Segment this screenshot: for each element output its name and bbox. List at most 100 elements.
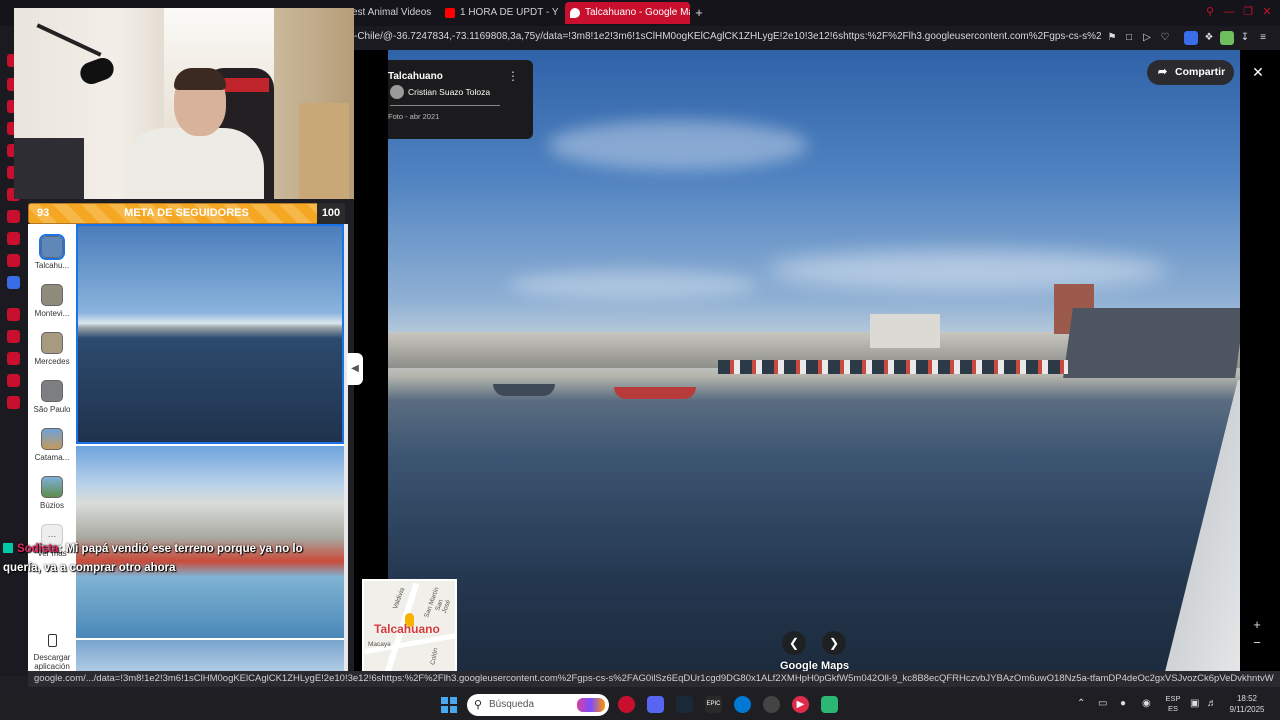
sidebar-app-icon[interactable] <box>7 330 20 343</box>
sidebar-app-icon[interactable] <box>7 352 20 365</box>
tray-app-icon[interactable]: ● <box>1120 698 1126 709</box>
place-title[interactable]: Talcahuano <box>388 71 443 82</box>
boat <box>614 387 696 399</box>
tiktok-icon[interactable] <box>7 232 20 245</box>
app-icon[interactable] <box>734 696 751 713</box>
collapse-panel-button[interactable]: ◀ <box>347 353 363 385</box>
search-icon[interactable]: ⚲ <box>1203 5 1217 19</box>
share-button[interactable]: ➦ Compartir <box>1147 60 1234 85</box>
photo-author[interactable]: Cristian Suazo Toloza <box>408 87 490 97</box>
boat <box>493 384 555 396</box>
building <box>870 314 940 348</box>
close-icon[interactable]: ✕ <box>1260 5 1274 19</box>
menu-icon[interactable]: ≡ <box>1256 31 1270 45</box>
streamer <box>174 68 226 90</box>
close-viewer-button[interactable]: ✕ <box>1250 64 1266 80</box>
street-photo[interactable] <box>388 50 1240 676</box>
share-icon: ➦ <box>1158 66 1168 78</box>
download-app-button[interactable]: Descargar aplicación <box>28 634 76 671</box>
photo-thumbnail[interactable] <box>76 224 344 444</box>
minimize-icon[interactable]: — <box>1222 5 1236 19</box>
zoom-in-button[interactable]: + <box>1250 618 1264 632</box>
phone-icon <box>47 634 57 647</box>
place-thumbnail <box>41 380 63 402</box>
place-thumbnail <box>39 234 65 260</box>
scrollbar[interactable] <box>344 224 348 676</box>
tab-animal-videos[interactable]: est Animal Videos E <box>352 2 434 24</box>
goal-current: 93 <box>37 207 50 219</box>
bookmark-icon[interactable]: ⚑ <box>1105 31 1119 45</box>
volume-icon[interactable]: ♬ <box>1207 698 1217 709</box>
chevron-up-icon[interactable]: ⌃ <box>1077 698 1085 709</box>
pier-railing <box>1158 380 1240 676</box>
follower-goal-bar: META DE SEGUIDORES 93 100 <box>28 203 345 224</box>
chat-username: Sodista <box>17 543 59 555</box>
language-indicator[interactable]: ESP ES <box>1163 694 1183 714</box>
maximize-icon[interactable]: ❐ <box>1241 5 1255 19</box>
photo-list-panel: Talcahu... Montevi... Mercedes São Paulo… <box>28 224 348 676</box>
history-icon[interactable] <box>7 374 20 387</box>
map-street-label: Macaya <box>368 641 391 648</box>
place-thumbnail <box>41 476 63 498</box>
network-icon[interactable]: ▣ <box>1190 698 1199 709</box>
tab-youtube[interactable]: 1 HORA DE UPDT - YouTu <box>440 2 558 24</box>
search-placeholder: Búsqueda <box>489 699 535 710</box>
app-icon[interactable] <box>821 696 838 713</box>
streamer <box>124 128 264 199</box>
place-item[interactable]: Mercedes <box>30 332 74 366</box>
taskbar-search[interactable]: ⚲ Búsqueda <box>467 694 609 716</box>
search-icon: ⚲ <box>474 699 483 711</box>
media-player-icon[interactable]: ▶ <box>792 696 809 713</box>
next-photo-button[interactable]: ❯ <box>822 631 846 655</box>
moored-boats <box>718 360 1068 374</box>
avatar[interactable] <box>390 85 404 99</box>
sidebar-app-icon[interactable] <box>7 276 20 289</box>
heart-icon[interactable]: ♡ <box>1158 31 1172 45</box>
discord-icon[interactable] <box>647 696 664 713</box>
status-bar: google.com/.../data=!3m8!1e2!3m6!1sClHM0… <box>28 671 1280 687</box>
place-list: Talcahu... Montevi... Mercedes São Paulo… <box>28 224 76 676</box>
profile-icon[interactable] <box>1220 31 1234 45</box>
viewer-edge <box>1240 50 1280 676</box>
battery-icon[interactable]: ▭ <box>1098 698 1107 709</box>
new-tab-button[interactable]: + <box>692 2 706 24</box>
monitor <box>14 138 84 199</box>
divider <box>390 105 500 106</box>
taskbar: ⚲ Búsqueda EPIC ▶ ⌃ ▭ ● ◉ ESP ES ▣ ♬ 18:5… <box>0 690 1280 720</box>
maps-pin-icon <box>570 8 580 18</box>
place-thumbnail <box>41 332 63 354</box>
place-item[interactable]: São Paulo <box>30 380 74 414</box>
search-highlight-icon <box>577 698 605 712</box>
microphone-icon[interactable]: ◉ <box>1142 698 1151 709</box>
more-options-icon[interactable]: ⋮ <box>507 69 519 83</box>
zoom-out-button[interactable]: − <box>1250 636 1264 650</box>
chat-message: Sodista: Mi papá vendió ese terreno porq… <box>3 540 323 578</box>
extension-icon[interactable] <box>1184 31 1198 45</box>
place-item[interactable]: Búzios <box>30 476 74 510</box>
chrome-icon[interactable] <box>763 696 780 713</box>
settings-icon[interactable] <box>7 396 20 409</box>
puzzle-icon[interactable]: ❖ <box>1202 31 1216 45</box>
tab-google-maps[interactable]: Talcahuano - Google Map <box>565 2 690 24</box>
clock-date[interactable]: 9/11/2025 <box>1224 705 1270 714</box>
steam-icon[interactable] <box>676 696 693 713</box>
chat-badge-icon <box>3 543 13 553</box>
previous-photo-button[interactable]: ❮ <box>782 631 806 655</box>
place-item[interactable]: Catama... <box>30 428 74 462</box>
minimap[interactable]: Valdivia San Martín San José Macaya Coló… <box>362 579 457 673</box>
play-icon[interactable]: ▷ <box>1140 31 1154 45</box>
download-icon[interactable]: ↧ <box>1238 31 1252 45</box>
clock-time[interactable]: 18:52 <box>1224 694 1270 703</box>
sidebar-app-icon[interactable] <box>7 308 20 321</box>
goal-target: 100 <box>317 203 345 224</box>
place-item[interactable]: Talcahu... <box>30 234 74 270</box>
epic-games-icon[interactable]: EPIC <box>705 696 722 713</box>
instagram-icon[interactable] <box>7 210 20 223</box>
screenshot-icon[interactable]: □ <box>1122 31 1136 45</box>
mic-arm <box>36 23 102 57</box>
opera-gx-icon[interactable] <box>618 696 635 713</box>
start-button[interactable] <box>441 697 457 713</box>
x-icon[interactable] <box>7 254 20 267</box>
place-item[interactable]: Montevi... <box>30 284 74 318</box>
url-field[interactable]: -Chile/@-36.7247834,-73.1169808,3a,75y/d… <box>354 31 1102 42</box>
